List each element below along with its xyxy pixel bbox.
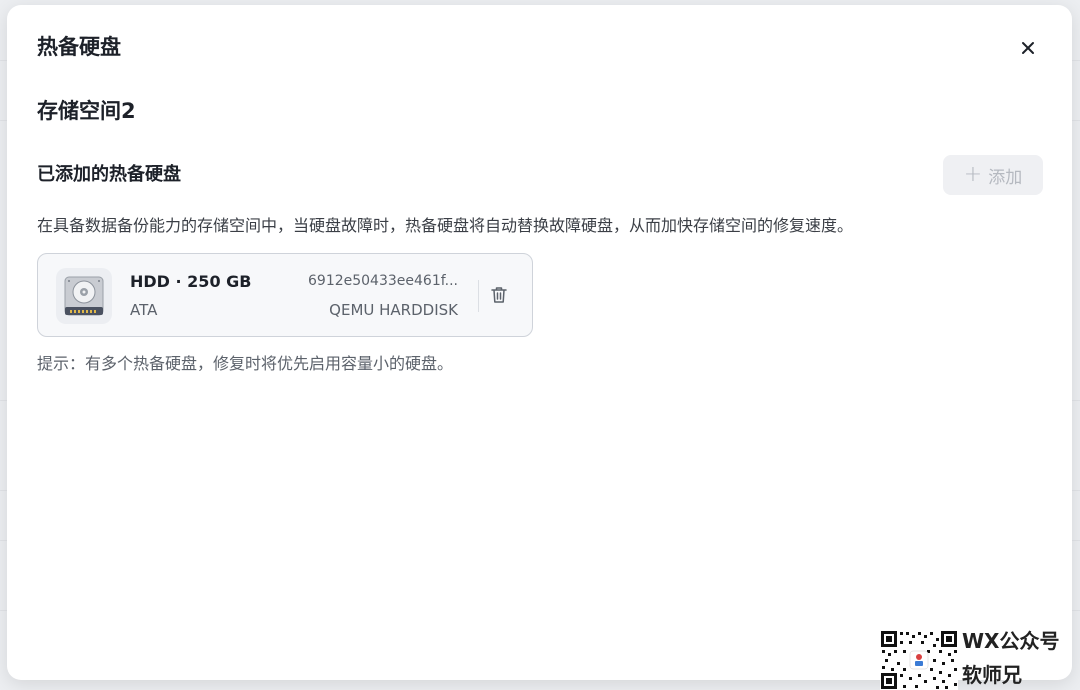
- add-button-label: 添加: [988, 167, 1023, 188]
- trash-icon: [491, 287, 507, 303]
- disk-serial-number: 6912e50433ee461f...: [308, 273, 458, 289]
- section-description: 在具备数据备份能力的存储空间中，当硬盘故障时，热备硬盘将自动替换故障硬盘，从而加…: [37, 216, 854, 235]
- disk-interface: ATA: [130, 301, 158, 319]
- disk-type-capacity: HDD · 250 GB: [130, 272, 252, 291]
- watermark: WX公众号 软师兄: [880, 628, 1080, 690]
- hot-spare-dialog: 热备硬盘 存储空间2 已添加的热备硬盘 + 添加 在具备数据备份能力的存储空间中…: [7, 5, 1072, 680]
- qr-code-icon: [880, 630, 958, 690]
- disk-card: HDD · 250 GB ATA 6912e50433ee461f... QEM…: [37, 253, 533, 337]
- dialog-title: 热备硬盘: [37, 35, 121, 59]
- plus-icon: +: [963, 162, 983, 187]
- watermark-line1: WX公众号: [962, 629, 1060, 653]
- hard-disk-icon: [56, 268, 112, 324]
- delete-disk-button[interactable]: [488, 284, 510, 306]
- hint-text: 提示：有多个热备硬盘，修复时将优先启用容量小的硬盘。: [37, 354, 454, 373]
- card-divider: [478, 280, 479, 312]
- storage-pool-name: 存储空间2: [37, 99, 136, 123]
- add-hot-spare-button[interactable]: + 添加: [943, 155, 1043, 195]
- section-title: 已添加的热备硬盘: [37, 164, 181, 185]
- close-icon: [1022, 42, 1034, 54]
- watermark-line2: 软师兄: [962, 663, 1022, 687]
- close-button[interactable]: [1015, 35, 1041, 61]
- disk-model: QEMU HARDDISK: [329, 301, 458, 319]
